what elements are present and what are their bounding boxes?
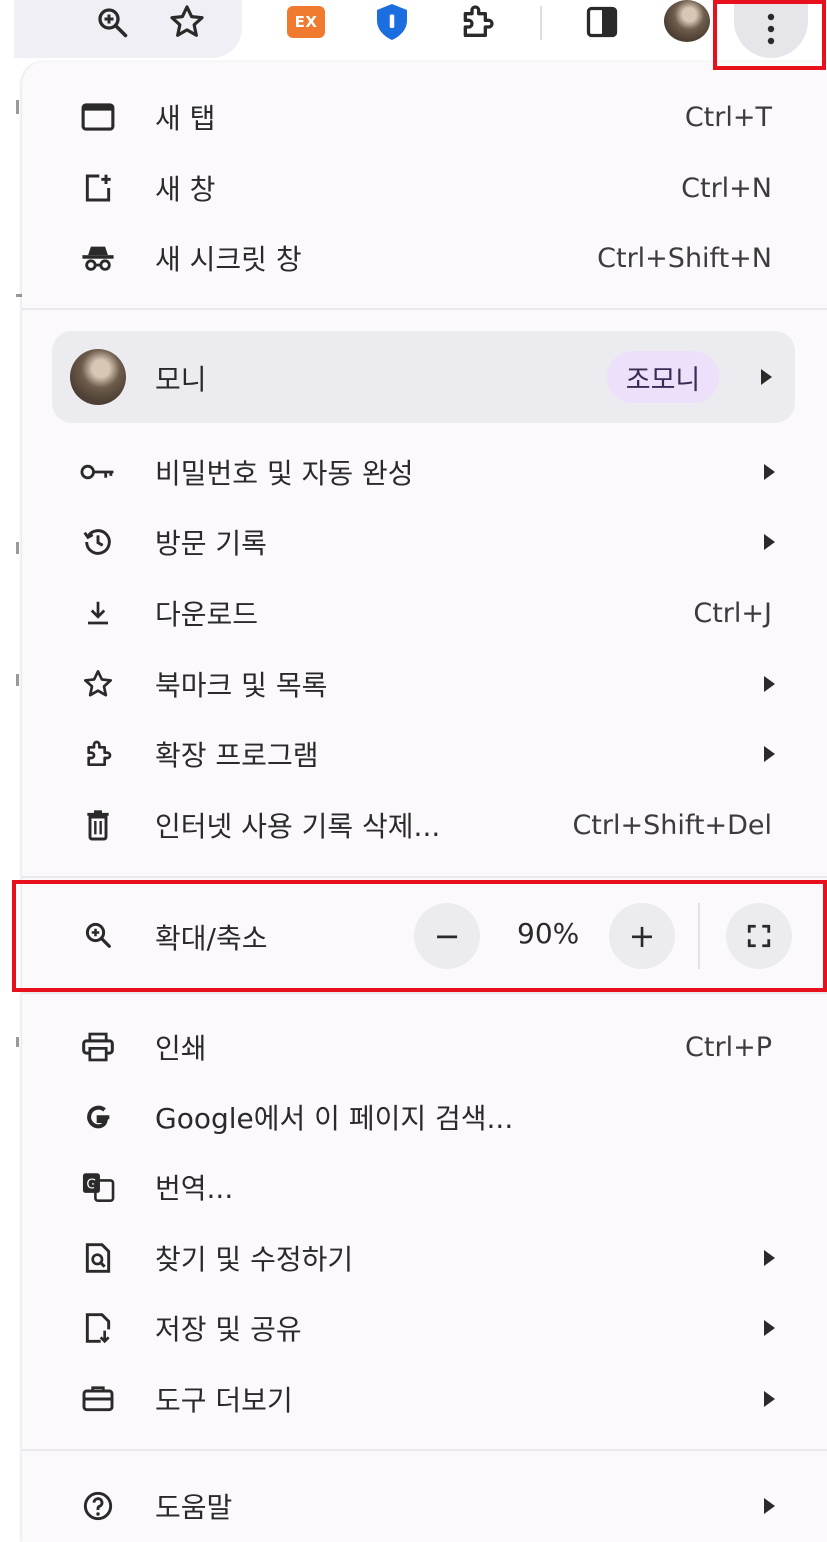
chrome-main-menu: 새 탭 Ctrl+T 새 창 Ctrl+N 새 시크릿 창 Ctrl+Shift…: [22, 62, 827, 1542]
save-share-icon: [78, 1308, 118, 1348]
menu-item-incognito[interactable]: 새 시크릿 창 Ctrl+Shift+N: [22, 223, 827, 293]
zoom-in-icon: [78, 915, 118, 955]
new-tab-icon: [78, 97, 118, 137]
menu-item-more-tools[interactable]: 도구 더보기: [22, 1364, 827, 1434]
zoom-icon[interactable]: [90, 0, 134, 44]
google-g-icon: [78, 1097, 118, 1137]
menu-item-label: 인터넷 사용 기록 삭제...: [155, 810, 441, 843]
submenu-arrow-icon: [764, 1391, 775, 1407]
browser-window: EX 새 탭 Ctrl+T 새 창 Ctrl+N 새 시크릿 창 Ctrl+Sh…: [0, 0, 827, 1542]
password-manager-shield-icon[interactable]: [370, 0, 414, 44]
menu-item-label: 찾기 및 수정하기: [155, 1243, 354, 1276]
menu-item-label: 다운로드: [155, 598, 259, 631]
zoom-control-row: 확대/축소 − 90% +: [22, 897, 827, 973]
menu-item-label: 도움말: [155, 1491, 233, 1524]
menu-item-label: 비밀번호 및 자동 완성: [155, 457, 414, 490]
menu-item-bookmarks[interactable]: 북마크 및 목록: [22, 649, 827, 719]
menu-item-label: 방문 기록: [155, 527, 267, 560]
menu-item-label: 새 창: [155, 173, 216, 206]
download-icon: [78, 593, 118, 633]
star-icon[interactable]: [165, 0, 209, 44]
history-icon: [78, 522, 118, 562]
incognito-icon: [78, 238, 118, 278]
zoom-out-button[interactable]: −: [414, 903, 480, 969]
extensions-puzzle-icon: [78, 734, 118, 774]
menu-item-label: 북마크 및 목록: [155, 669, 328, 702]
submenu-arrow-icon: [764, 534, 775, 550]
menu-item-shortcut: Ctrl+J: [693, 597, 772, 629]
submenu-arrow-icon: [764, 1320, 775, 1336]
account-chip: 조모니: [607, 351, 719, 403]
menu-item-downloads[interactable]: 다운로드 Ctrl+J: [22, 578, 827, 648]
more-menu-icon: [734, 0, 808, 58]
key-icon: [78, 452, 118, 492]
submenu-arrow-icon: [764, 676, 775, 692]
menu-item-label: 새 시크릿 창: [155, 243, 302, 276]
help-icon: [78, 1486, 118, 1526]
submenu-arrow-icon: [764, 1250, 775, 1266]
browser-toolbar: EX: [0, 0, 827, 62]
menu-item-save-share[interactable]: 저장 및 공유: [22, 1293, 827, 1363]
menu-item-search-page-google[interactable]: Google에서 이 페이지 검색...: [22, 1082, 827, 1152]
menu-separator: [22, 876, 827, 878]
menu-item-shortcut: Ctrl+T: [684, 101, 772, 133]
fullscreen-button[interactable]: [726, 903, 792, 969]
menu-item-profile[interactable]: 모니 조모니: [52, 331, 795, 423]
menu-item-label: 새 탭: [155, 102, 216, 135]
menu-separator: [22, 1449, 827, 1451]
zoom-in-button[interactable]: +: [609, 903, 675, 969]
find-in-page-icon: [78, 1238, 118, 1278]
menu-item-help[interactable]: 도움말: [22, 1471, 827, 1541]
menu-item-label: 저장 및 공유: [155, 1313, 302, 1346]
ex-badge-text: EX: [287, 6, 325, 38]
toolbar-divider: [540, 6, 542, 40]
extension-ex-icon[interactable]: EX: [284, 0, 328, 44]
submenu-arrow-icon: [764, 746, 775, 762]
menu-item-label: 확장 프로그램: [155, 739, 319, 772]
menu-item-passwords[interactable]: 비밀번호 및 자동 완성: [22, 437, 827, 507]
translate-icon: G: [78, 1167, 118, 1207]
submenu-arrow-icon: [764, 1498, 775, 1514]
menu-item-label: 도구 더보기: [155, 1384, 293, 1417]
menu-item-print[interactable]: 인쇄 Ctrl+P: [22, 1012, 827, 1082]
profile-avatar[interactable]: [664, 0, 710, 42]
menu-item-new-window[interactable]: 새 창 Ctrl+N: [22, 153, 827, 223]
fullscreen-icon: [747, 924, 771, 948]
star-icon: [78, 664, 118, 704]
menu-item-clear-browsing-data[interactable]: 인터넷 사용 기록 삭제... Ctrl+Shift+Del: [22, 790, 827, 860]
trash-icon: [78, 805, 118, 845]
menu-item-translate[interactable]: G 번역...: [22, 1152, 827, 1222]
menu-item-new-tab[interactable]: 새 탭 Ctrl+T: [22, 82, 827, 152]
menu-item-shortcut: Ctrl+Shift+N: [597, 242, 772, 274]
zoom-divider: [698, 903, 700, 969]
menu-item-label: 인쇄: [155, 1032, 207, 1065]
submenu-arrow-icon: [764, 464, 775, 480]
menu-item-label: Google에서 이 페이지 검색...: [155, 1102, 514, 1135]
toolbox-icon: [78, 1379, 118, 1419]
menu-item-shortcut: Ctrl+P: [685, 1031, 772, 1063]
side-panel-icon[interactable]: [580, 0, 624, 44]
menu-item-shortcut: Ctrl+N: [681, 172, 772, 204]
menu-item-extensions[interactable]: 확장 프로그램: [22, 719, 827, 789]
zoom-label: 확대/축소: [155, 922, 268, 955]
zoom-level-value: 90%: [517, 917, 580, 950]
new-window-icon: [78, 168, 118, 208]
print-icon: [78, 1027, 118, 1067]
extensions-puzzle-icon[interactable]: [455, 0, 499, 44]
menu-separator: [22, 992, 827, 994]
menu-item-history[interactable]: 방문 기록: [22, 507, 827, 577]
profile-name: 모니: [155, 363, 207, 396]
menu-item-find-edit[interactable]: 찾기 및 수정하기: [22, 1223, 827, 1293]
profile-avatar: [70, 349, 126, 405]
menu-separator: [22, 308, 827, 310]
menu-item-label: 번역...: [155, 1172, 234, 1205]
submenu-arrow-icon: [761, 369, 772, 385]
more-menu-button[interactable]: [731, 0, 811, 58]
underlying-page-edge: [0, 62, 22, 1542]
menu-item-shortcut: Ctrl+Shift+Del: [572, 809, 772, 841]
